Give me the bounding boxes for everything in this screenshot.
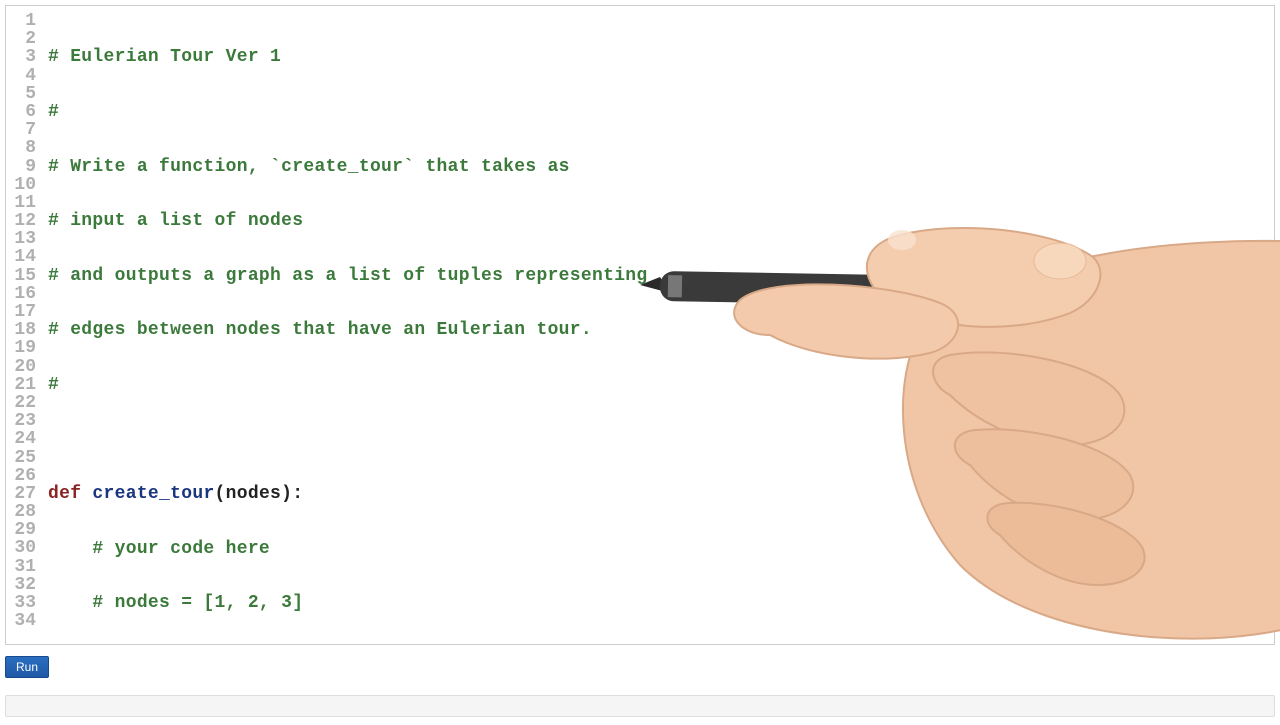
code-comment: # [48,375,59,395]
line-number: 7 [6,121,36,139]
line-number: 23 [6,412,36,430]
line-number: 22 [6,394,36,412]
line-number: 10 [6,176,36,194]
line-number: 33 [6,594,36,612]
line-number: 8 [6,139,36,157]
line-number: 6 [6,103,36,121]
code-comment: # Write a function, `create_tour` that t… [48,157,570,177]
line-number: 21 [6,376,36,394]
code-editor[interactable]: 1234567891011121314151617181920212223242… [5,5,1275,645]
line-number: 4 [6,67,36,85]
line-number: 2 [6,30,36,48]
line-number: 18 [6,321,36,339]
code-comment: # your code here [48,539,270,559]
line-number: 9 [6,158,36,176]
keyword-def: def [48,484,92,504]
line-number: 28 [6,503,36,521]
line-number: 5 [6,85,36,103]
line-number: 31 [6,558,36,576]
line-number: 14 [6,248,36,266]
code-comment: # [48,102,59,122]
line-number: 29 [6,521,36,539]
line-number: 20 [6,358,36,376]
code-comment: # input a list of nodes [48,211,303,231]
line-number-gutter: 1234567891011121314151617181920212223242… [6,6,44,644]
line-number: 17 [6,303,36,321]
line-number: 16 [6,285,36,303]
code-text: (nodes): [215,484,304,504]
line-number: 15 [6,267,36,285]
code-comment: # and outputs a graph as a list of tuple… [48,266,648,286]
line-number: 27 [6,485,36,503]
code-content[interactable]: # Eulerian Tour Ver 1 # # Write a functi… [44,6,1274,644]
code-comment: # edges between nodes that have an Euler… [48,320,592,340]
line-number: 26 [6,467,36,485]
line-number: 3 [6,48,36,66]
line-number: 12 [6,212,36,230]
line-number: 32 [6,576,36,594]
run-button[interactable]: Run [5,656,49,678]
function-name: create_tour [92,484,214,504]
output-panel [5,695,1275,717]
line-number: 25 [6,449,36,467]
code-comment: # nodes = [1, 2, 3] [48,593,303,613]
line-number: 13 [6,230,36,248]
line-number: 30 [6,539,36,557]
line-number: 19 [6,339,36,357]
line-number: 11 [6,194,36,212]
line-number: 34 [6,612,36,630]
line-number: 1 [6,12,36,30]
line-number: 24 [6,430,36,448]
code-comment: # Eulerian Tour Ver 1 [48,47,281,67]
